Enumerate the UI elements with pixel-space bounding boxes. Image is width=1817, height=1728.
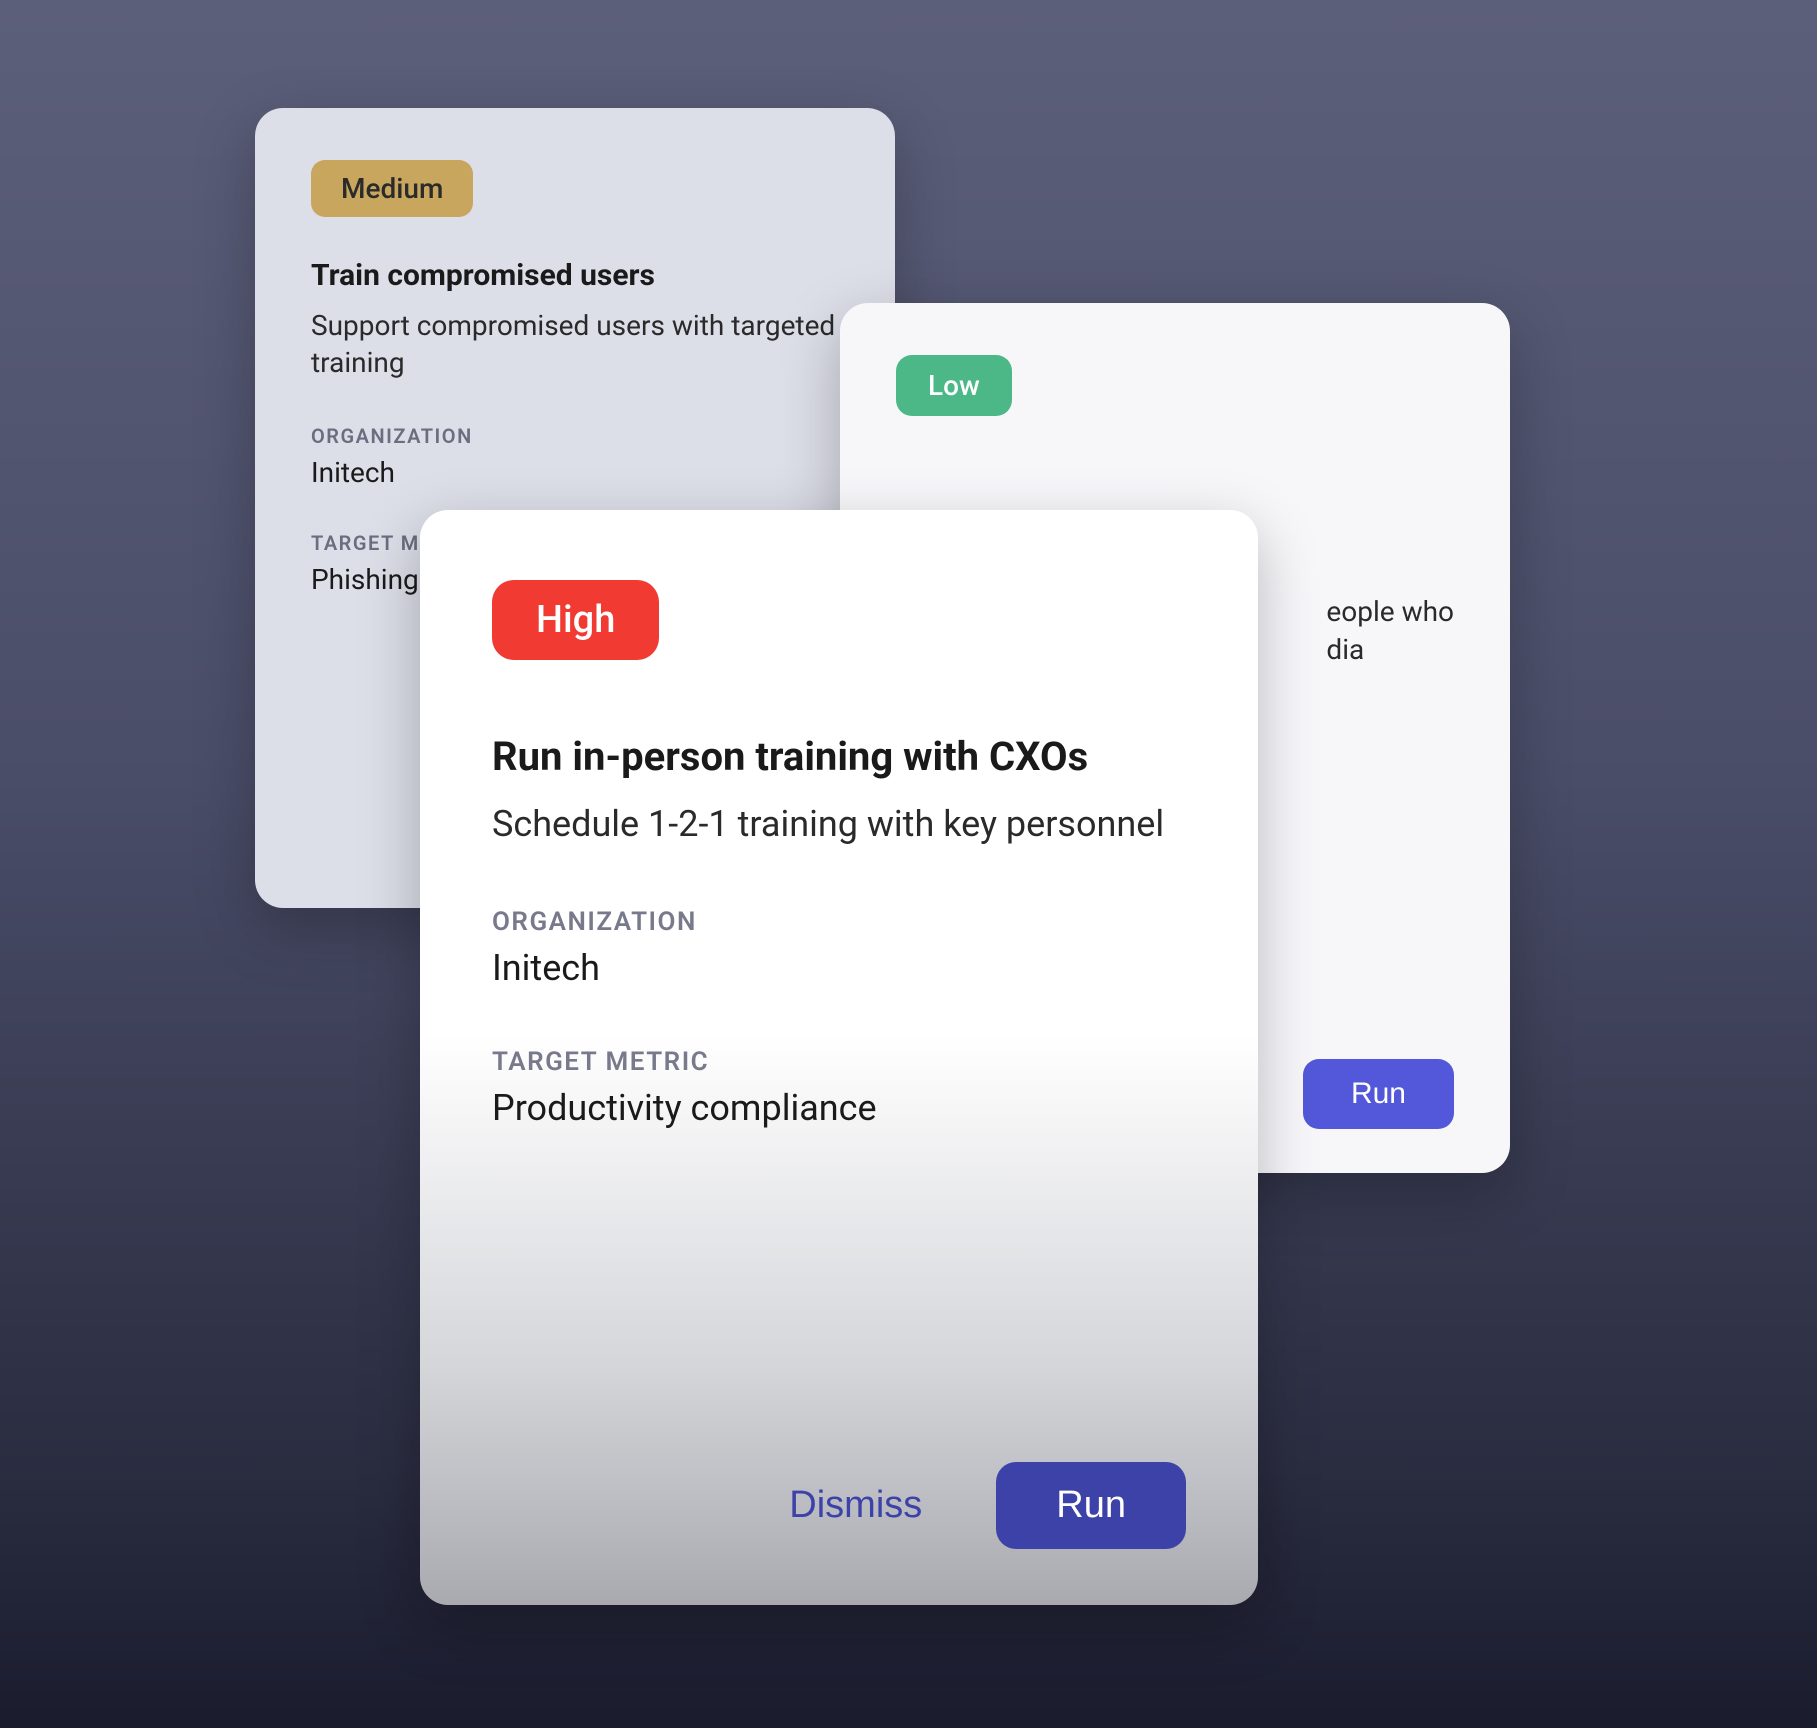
priority-badge-medium: Medium <box>311 160 473 217</box>
task-card-high[interactable]: High Run in-person training with CXOs Sc… <box>420 510 1258 1605</box>
priority-badge-high: High <box>492 580 659 660</box>
task-subtitle: Support compromised users with targeted … <box>311 307 839 383</box>
run-button[interactable]: Run <box>1303 1059 1454 1129</box>
card-actions: Run <box>1303 1059 1454 1129</box>
priority-badge-low: Low <box>896 355 1012 416</box>
target-metric-label: TARGET METRIC <box>492 1047 1186 1077</box>
task-title: Train compromised users <box>311 257 839 295</box>
task-title: Run in-person training with CXOs <box>492 732 1186 782</box>
organization-value: Initech <box>311 456 839 489</box>
task-subtitle-partial: eople who dia <box>1326 593 1454 669</box>
run-button[interactable]: Run <box>996 1462 1186 1549</box>
card-actions: Dismiss Run <box>492 1462 1186 1549</box>
target-metric-value: Productivity compliance <box>492 1087 1186 1129</box>
organization-label: ORGANIZATION <box>492 907 1186 937</box>
organization-value: Initech <box>492 947 1186 989</box>
dismiss-button[interactable]: Dismiss <box>739 1462 972 1549</box>
organization-label: ORGANIZATION <box>311 424 839 448</box>
task-subtitle: Schedule 1-2-1 training with key personn… <box>492 800 1186 849</box>
